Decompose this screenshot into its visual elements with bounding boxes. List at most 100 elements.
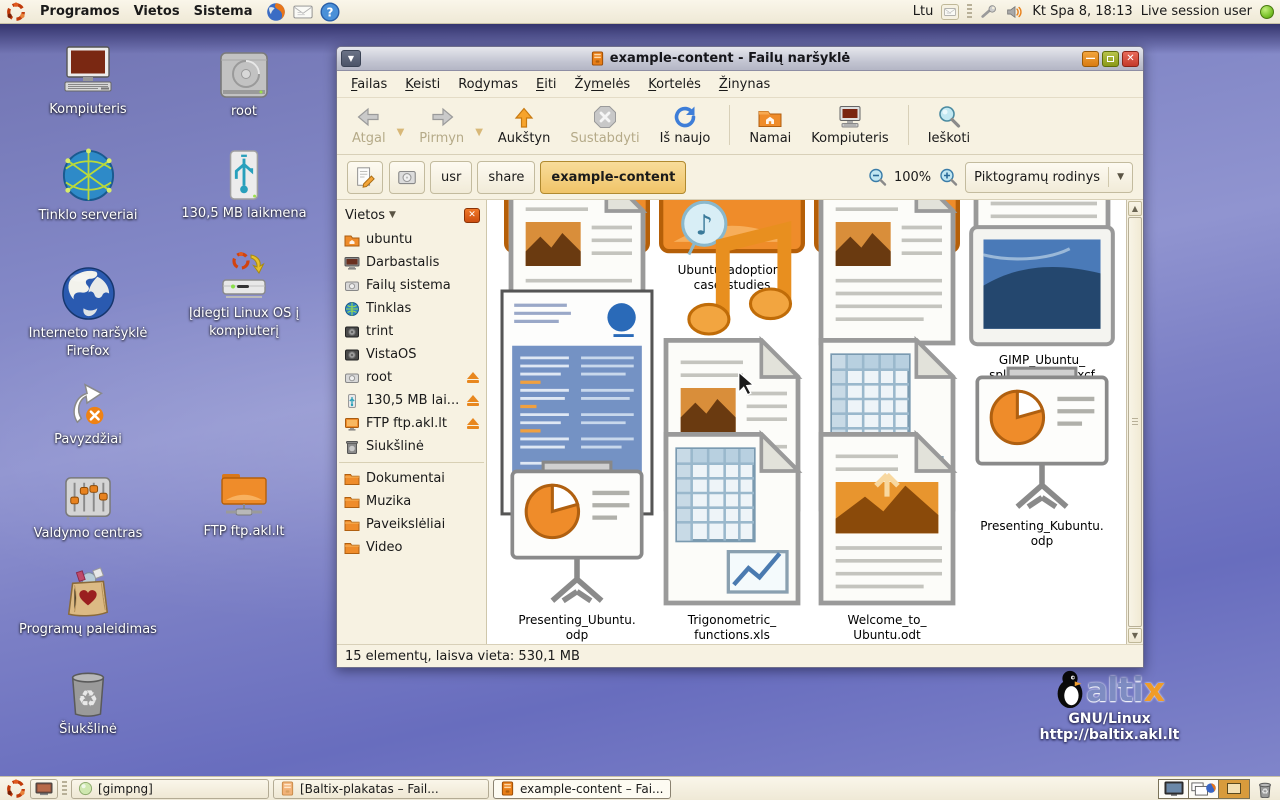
firefox-launcher-icon[interactable] [266, 2, 286, 22]
desktop-icon-ftp-ftp-akl-lt[interactable]: FTP ftp.akl.lt [169, 462, 319, 541]
sidebar-item-dokumentai[interactable]: Dokumentai [337, 467, 486, 490]
location-bar: usrshareexample-content 100% Piktogramų … [337, 155, 1143, 200]
sidebar-item-130-5-mb-lai[interactable]: 130,5 MB lai... [337, 389, 486, 412]
desktop-icon-interneto-nar-ykl-firefox[interactable]: Interneto naršyklė Firefox [13, 264, 163, 360]
toolbar-button-auk-tyn[interactable]: Aukštyn [489, 102, 559, 148]
clock[interactable]: Kt Spa 8, 18:13 [1032, 4, 1132, 19]
desktop-icon-valdymo-centras[interactable]: Valdymo centras [13, 464, 163, 543]
scroll-down-icon[interactable]: ▼ [1128, 628, 1142, 643]
chevron-down-icon[interactable]: ▼ [397, 127, 405, 138]
sidebar-item-trint[interactable]: trint [337, 320, 486, 343]
toolbar-button-i-naujo[interactable]: Iš naujo [651, 102, 720, 148]
eject-button[interactable] [467, 418, 479, 429]
panel-menu-sistema[interactable]: Sistema [187, 2, 260, 21]
chevron-down-icon: ▼ [1117, 172, 1124, 182]
menu-ymel-s[interactable]: Žymelės [567, 74, 639, 95]
sidebar-item-ubuntu[interactable]: ubuntu [337, 228, 486, 251]
taskbar-button-gimpng[interactable]: [gimpng] [71, 779, 269, 799]
volume-icon[interactable] [1006, 4, 1024, 20]
toolbar-button-kompiuteris[interactable]: Kompiuteris [802, 102, 897, 148]
scroll-up-icon[interactable]: ▲ [1128, 201, 1142, 216]
workspace-cell-monitor[interactable] [1159, 780, 1189, 798]
taskbar-button-example-content-fai[interactable]: example-content – Fai... [493, 779, 671, 799]
sidebar-item-tinklas[interactable]: Tinklas [337, 297, 486, 320]
desktop-icon-diegti-linux-os-kompiuter[interactable]: Įdiegti Linux OS į kompiuterį [169, 244, 319, 340]
toolbar-button-sustabdyti[interactable]: Sustabdyti [561, 102, 648, 148]
file-welcome-to-ubuntu-odt[interactable]: Welcome_to_Ubuntu.odt [810, 558, 964, 643]
tool-tray-icon[interactable] [980, 4, 998, 20]
sidebar-item-label: VistaOS [366, 347, 417, 362]
edit-location-button[interactable] [347, 161, 383, 194]
titlebar[interactable]: ▼ example-content - Failų naršyklė — ✕ [337, 47, 1143, 71]
maximize-button[interactable] [1102, 51, 1119, 67]
help-launcher-icon[interactable]: ? [320, 2, 340, 22]
desktop-icon-root[interactable]: root [169, 42, 319, 121]
panel-menu-vietos[interactable]: Vietos [127, 2, 187, 21]
svg-text:♻: ♻ [78, 686, 99, 712]
zoom-in-icon[interactable] [938, 167, 958, 187]
minimize-button[interactable]: — [1082, 51, 1099, 67]
toolbar-button-pirmyn[interactable]: Pirmyn [410, 102, 473, 148]
keyboard-layout-indicator[interactable]: Ltu [913, 4, 934, 19]
mail-launcher-icon[interactable] [293, 2, 313, 22]
toolbar-button-atgal[interactable]: Atgal [343, 102, 395, 148]
sidebar-item-video[interactable]: Video [337, 536, 486, 559]
scrollbar-thumb[interactable] [1128, 217, 1142, 627]
desktop-icon-kompiuteris[interactable]: Kompiuteris [13, 40, 163, 119]
desktop-icon-tinklo-serveriai[interactable]: Tinklo serveriai [13, 146, 163, 225]
path-button-example-content[interactable]: example-content [540, 161, 686, 194]
sidebar-item-muzika[interactable]: Muzika [337, 490, 486, 513]
file-trigonometric-functions-xls[interactable]: Trigonometric_functions.xls [655, 558, 809, 643]
eject-button[interactable] [467, 395, 479, 406]
chevron-down-icon[interactable]: ▼ [475, 127, 483, 138]
sidebar-item-vistaos[interactable]: VistaOS [337, 343, 486, 366]
menu-failas[interactable]: Failas [343, 74, 395, 95]
eject-button[interactable] [467, 372, 479, 383]
window-menu-button[interactable]: ▼ [341, 50, 361, 67]
ubuntu-menu-icon[interactable] [6, 2, 26, 22]
menu-rodymas[interactable]: Rodymas [450, 74, 526, 95]
ubuntu-logo-icon[interactable] [6, 779, 26, 799]
user-switcher[interactable]: Live session user [1141, 4, 1252, 19]
panel-menu-programos[interactable]: Programos [33, 2, 127, 21]
taskbar-button-baltix-plakatas-fail[interactable]: [Baltix-plakatas – Fail... [273, 779, 489, 799]
file-presenting-ubuntu-odp[interactable]: Presenting_Ubuntu.odp [500, 558, 654, 643]
sidebar-item-ftp-ftp-akl-lt[interactable]: FTP ftp.akl.lt [337, 412, 486, 435]
path-button-share[interactable]: share [477, 161, 535, 194]
menu-inynas[interactable]: Žinynas [711, 74, 778, 95]
workspace-cell-1[interactable] [1189, 780, 1219, 798]
zoom-out-icon[interactable] [867, 167, 887, 187]
toolbar-button-ie-koti[interactable]: Ieškoti [919, 102, 979, 148]
applet-handle[interactable] [967, 4, 972, 20]
file-view[interactable]: logosUbuntu_adoption_case_studiesUbuntu_… [487, 200, 1126, 644]
scrollbar[interactable]: ▲ ▼ [1126, 200, 1143, 644]
show-desktop-button[interactable] [30, 779, 58, 799]
desktop-icon-iuk-lin[interactable]: ♻Šiukšlinė [13, 660, 163, 739]
sidebar-item-root[interactable]: root [337, 366, 486, 389]
workspace-switcher[interactable] [1158, 779, 1250, 799]
workspace-cell-2-current[interactable] [1219, 780, 1249, 798]
path-button-usr[interactable]: usr [430, 161, 472, 194]
view-mode-dropdown[interactable]: Piktogramų rodinys ▼ [965, 162, 1133, 193]
sidebar-item-darbastalis[interactable]: Darbastalis [337, 251, 486, 274]
sidebar-item-iuk-lin[interactable]: Šiukšlinė [337, 435, 486, 458]
presence-status-icon[interactable] [1260, 5, 1274, 19]
applet-handle[interactable] [62, 781, 67, 797]
path-button-filesystem[interactable] [389, 161, 425, 194]
menu-kortel-s[interactable]: Kortelės [640, 74, 709, 95]
menu-keisti[interactable]: Keisti [397, 74, 448, 95]
trash-applet-icon[interactable]: ♻ [1256, 780, 1274, 798]
desktop-icon-program-paleidimas[interactable]: Programų paleidimas [13, 560, 163, 639]
toolbar-button-namai[interactable]: Namai [740, 102, 800, 148]
menu-eiti[interactable]: Eiti [528, 74, 565, 95]
desktop-icon-pavyzd-iai[interactable]: Pavyzdžiai [13, 370, 163, 449]
file-presenting-kubuntu-odp[interactable]: Presenting_Kubuntu.odp [965, 464, 1119, 549]
sidebar-item-fail-sistema[interactable]: Failų sistema [337, 274, 486, 297]
desktop-icon-130-5-mb-laikmena[interactable]: 130,5 MB laikmena [169, 144, 319, 223]
sidebar-item-paveiksl-liai[interactable]: Paveikslėliai [337, 513, 486, 536]
close-button[interactable]: ✕ [1122, 51, 1139, 67]
sidebar-close-button[interactable]: ✕ [464, 208, 480, 223]
top-panel: ProgramosVietosSistema ? Ltu Kt Spa 8, 1… [0, 0, 1280, 24]
sidebar-header[interactable]: Vietos ▼ ✕ [337, 202, 486, 228]
mail-notification-icon[interactable] [941, 4, 959, 20]
